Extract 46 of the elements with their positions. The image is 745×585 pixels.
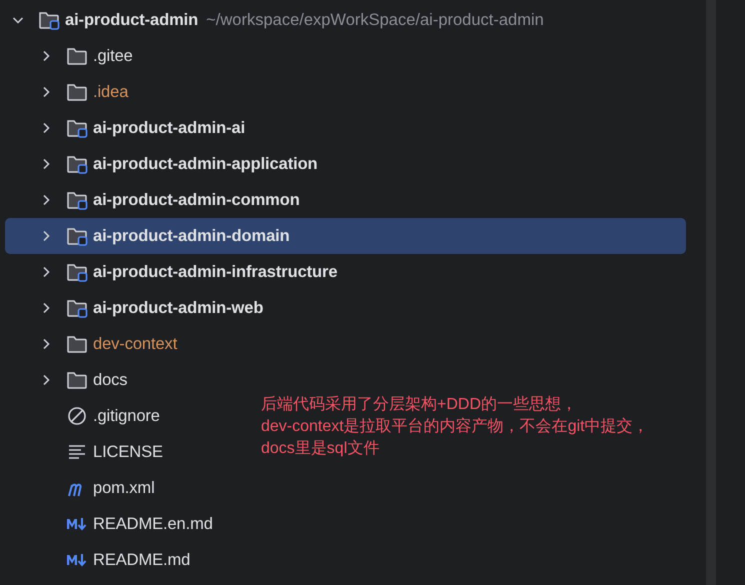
file-name: .gitignore [93,406,160,427]
file-name: dev-context [93,334,178,355]
tree-row[interactable]: docs [5,362,134,398]
tree-row[interactable]: ai-product-admin-web [5,290,270,326]
module-folder-icon [66,226,88,246]
file-name: ai-product-admin-domain [93,226,290,247]
annotation-text: 后端代码采用了分层架构+DDD的一些思想， dev-context是拉取平台的内容产物，不会在git中提交， docs里是sql文件 [261,394,649,459]
tree-row[interactable]: README.md [5,542,196,578]
folder-icon [66,334,88,354]
module-folder-icon [66,118,88,138]
module-folder-icon [66,154,88,174]
file-name: ai-product-admin [65,10,198,31]
file-name: pom.xml [93,478,155,499]
tree-row[interactable]: ai-product-admin-ai [5,110,252,146]
file-name: docs [93,370,128,391]
tree-row[interactable]: ai-product-admin-application [5,146,324,182]
tree-row[interactable]: LICENSE [5,434,169,470]
module-folder-icon [66,190,88,210]
file-name: ai-product-admin-infrastructure [93,262,338,283]
folder-icon [66,82,88,102]
tree-row[interactable]: README.en.md [5,506,219,542]
tree-row[interactable]: .gitignore [5,398,166,434]
file-name: .gitee [93,46,133,67]
tree-row[interactable]: ai-product-admin ~/workspace/expWorkSpace/ai-product-admin [5,2,550,38]
folder-icon [66,46,88,66]
file-name: ai-product-admin-common [93,190,300,211]
tree-row[interactable]: ai-product-admin-infrastructure [5,254,344,290]
folder-icon [66,370,88,390]
tree-row[interactable]: dev-context [5,326,184,362]
module-folder-icon [66,262,88,282]
file-name: LICENSE [93,442,163,463]
file-name: README.en.md [93,514,213,535]
module-folder-icon [38,10,60,30]
tree-row[interactable]: .gitee [5,38,139,74]
project-path: ~/workspace/expWorkSpace/ai-product-admin [206,10,544,31]
tree-row[interactable]: ai-product-admin-domain [5,218,686,254]
file-name: README.md [93,550,190,571]
prohibited-icon [66,406,88,426]
file-name: ai-product-admin-application [93,154,318,175]
tree-row[interactable]: .idea [5,74,134,110]
tree-row[interactable]: pom.xml [5,470,161,506]
tree-row[interactable]: ai-product-admin-common [5,182,306,218]
file-name: ai-product-admin-web [93,298,264,319]
file-name: .idea [93,82,128,103]
file-name: ai-product-admin-ai [93,118,246,139]
module-folder-icon [66,298,88,318]
